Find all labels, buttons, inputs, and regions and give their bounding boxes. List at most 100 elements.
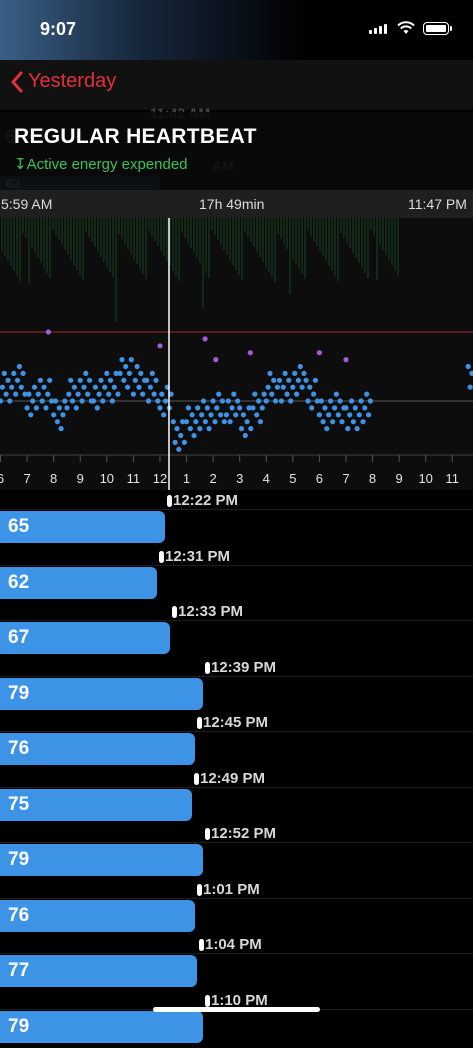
heart-rate-point [295,377,301,383]
row-divider [0,620,473,621]
back-label: Yesterday [28,70,117,92]
reading-row[interactable]: 12:45 PM 76 [0,714,473,770]
heart-rate-point [1,370,7,376]
reading-row[interactable]: 12:49 PM 75 [0,770,473,826]
heart-rate-point [107,377,114,383]
reading-bar [0,899,195,932]
heart-rate-point [200,398,207,404]
heart-rate-point [312,377,318,383]
row-divider [0,564,473,566]
heart-rate-point [343,405,349,411]
heart-rate-point [356,412,362,418]
reading-row[interactable]: 1:10 PM 79 [0,992,473,1048]
heart-rate-point [75,391,81,397]
hour-tick-label: 8 [369,471,376,486]
heart-rate-point [286,377,292,383]
alert-point [202,336,208,342]
heart-rate-point [64,405,70,411]
heart-rate-point [20,370,26,376]
heart-rate-point [98,377,104,383]
heart-rate-point [278,398,284,404]
heart-rate-point [233,412,239,418]
heart-rate-point [111,384,117,390]
reading-row[interactable]: 12:39 PM 79 [0,659,473,715]
heart-rate-point [333,391,339,397]
reading-row[interactable]: 1:04 PM 77 [0,936,473,992]
reading-row[interactable]: 1:01 PM 76 [0,881,473,937]
status-bar: 9:07 [0,0,473,60]
row-divider [0,731,473,732]
hour-tick-label: 7 [342,471,349,486]
heart-rate-point [248,426,254,432]
heart-rate-point [301,370,307,376]
reading-time: 1:01 PM [203,880,260,898]
row-divider [0,897,473,899]
reading-bar [0,677,203,710]
heart-rate-point [231,391,237,397]
reading-time: 12:31 PM [165,547,231,565]
back-button[interactable]: Yesterday [10,70,116,93]
heart-rate-point [144,377,150,383]
heart-rate-point [219,398,225,404]
heart-rate-point [149,370,155,376]
hour-tick-label: 11 [127,471,141,486]
alert-point [213,357,219,363]
heart-rate-point [35,391,41,397]
heart-rate-point [273,398,279,404]
heart-rate-point [358,398,364,404]
reading-row[interactable]: 12:52 PM 79 [0,825,473,881]
range-start: 5:59 AM [1,196,53,212]
hour-tick-label: 6 [0,471,4,486]
reading-row[interactable]: 12:31 PM 62 [0,548,473,604]
heart-rate-point [56,405,62,411]
heart-rate-point [28,412,34,418]
home-indicator[interactable] [153,1007,320,1012]
heart-rate-point [326,412,332,418]
time-marker [205,994,210,1007]
heart-rate-point [216,391,222,397]
heart-rate-point [69,398,76,404]
heart-rate-point [229,405,235,411]
heart-rate-point [210,398,216,404]
heart-rate-point [242,432,248,439]
heart-rate-point [159,391,165,397]
heart-rate-point [138,370,144,376]
heart-rate-point [191,432,197,439]
reading-row[interactable]: 12:33 PM 67 [0,603,473,659]
heart-rate-point [187,426,193,432]
heart-rate-point [185,405,191,411]
heart-rate-point [183,419,190,425]
heart-rate-point [11,370,17,376]
time-marker [159,550,164,563]
heart-rate-point [126,370,132,376]
heart-rate-point [24,405,30,411]
heart-rate-chart[interactable]: 6 7 8 9 10 11 12 1 2 3 4 5 6 7 8 9 10 11 [0,218,473,490]
heart-rate-point [227,419,233,425]
heart-rate-point [318,398,324,404]
heart-rate-point [345,426,351,432]
heart-rate-point [66,391,72,397]
time-marker [199,939,204,951]
heart-rate-point [303,377,309,383]
heart-rate-point [362,405,368,411]
heart-rate-point [335,412,341,418]
readings-list[interactable]: 12:22 PM 65 12:31 PM 62 12:33 PM 67 12:39 PM 79… [0,490,473,1043]
heart-rate-point [299,384,305,390]
reading-row[interactable]: 12:22 PM 65 [0,492,473,548]
heart-rate-point [339,419,345,425]
row-divider [0,675,473,677]
hour-tick-label: 3 [236,471,243,486]
heart-rate-point [330,419,336,425]
heart-rate-point [212,419,218,425]
heart-rate-point [244,419,250,425]
heart-rate-point [347,412,353,418]
heart-rate-point [145,398,152,404]
heart-rate-point [218,412,224,418]
reading-bar [0,733,195,765]
heart-rate-point [83,370,89,376]
heart-rate-point [125,384,131,390]
heart-rate-point [58,426,64,432]
heart-rate-point [26,391,32,397]
heart-rate-point [467,384,473,390]
range-duration: 17h 49min [199,196,265,212]
